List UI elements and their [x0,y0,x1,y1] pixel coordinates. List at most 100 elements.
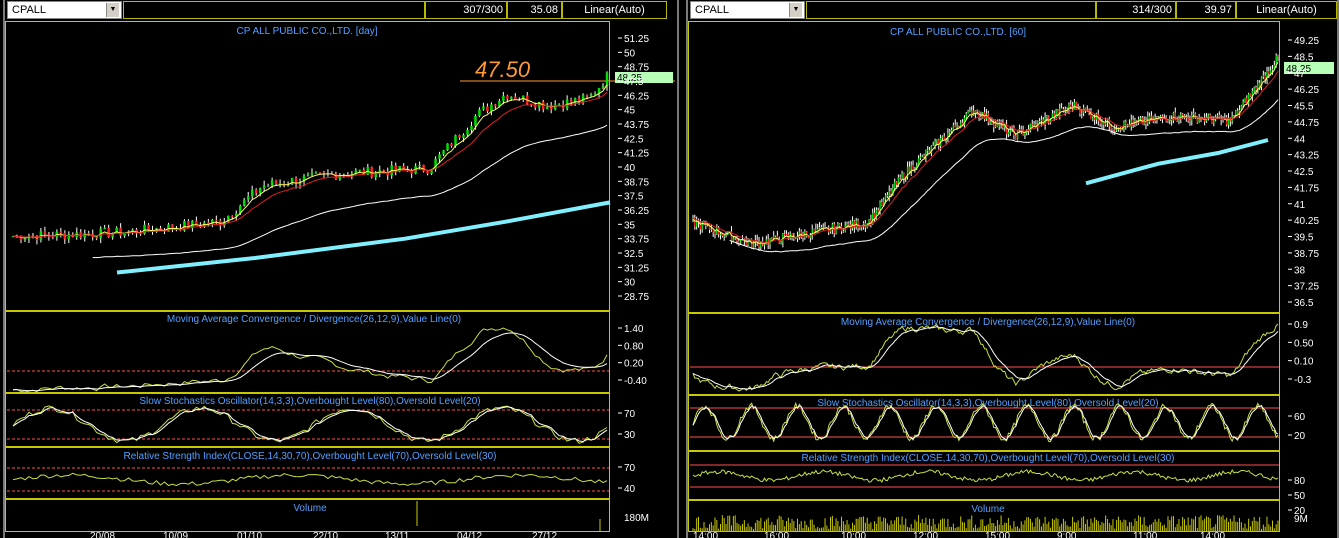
left-scale-mode[interactable]: Linear(Auto) [562,1,667,19]
right-price-tick-label: 49.25 [1294,36,1319,47]
right-stoch-tick-label: 20 [1294,431,1306,442]
left-candle [478,109,481,116]
right-candle [1099,120,1101,125]
right-date-label: 16:00 [764,531,789,538]
right-volume-tick-label: 9M [1294,514,1308,525]
right-symbol-dropdown[interactable]: CPALL ▼ [690,1,805,19]
window-divider[interactable] [679,0,686,538]
right-candle [956,126,958,128]
right-candle [1244,97,1246,102]
right-candle [934,141,936,145]
left-date-label: 10/09 [163,531,188,538]
right-candle [785,234,788,236]
right-candle [872,212,874,224]
left-candle [43,231,47,235]
right-volume-title: Volume [971,504,1005,515]
left-candle [514,96,517,100]
right-candle [901,173,903,179]
right-candle [846,223,848,226]
right-candle [1213,119,1215,123]
right-candle [1253,87,1255,91]
left-candle [506,95,509,99]
right-candle [1093,117,1096,120]
left-macd-title: Moving Average Convergence / Divergence(… [167,314,461,325]
right-date-label: 10:00 [841,531,866,538]
right-rsi-tick-label: 80 [1294,476,1306,487]
right-candle [1007,131,1010,135]
right-candle [884,195,887,200]
right-candle [780,242,782,244]
left-toolbar: CPALL ▼ 307/300 35.08 Linear(Auto) [5,0,677,21]
right-candle [1046,116,1048,118]
left-candle [250,189,254,197]
left-price-tick-label: 28.75 [624,292,649,303]
right-price-tick-label: 44.75 [1294,118,1319,129]
right-candle [1024,132,1026,135]
left-symbol-dropdown[interactable]: CPALL ▼ [7,1,122,19]
right-chart-title: CP ALL PUBLIC CO.,LTD. [60] [890,27,1026,38]
left-macd-tick-label: 0.20 [624,359,644,370]
right-candle [774,235,777,237]
left-price-tick-label: 32.5 [624,249,644,260]
right-candle [941,136,944,139]
right-price-tick-label: 41.75 [1294,183,1319,194]
right-chart-canvas[interactable]: CP ALL PUBLIC CO.,LTD. [60] Moving Avera… [688,21,1337,538]
left-candle [510,96,513,99]
left-price-tick-label: 51.25 [624,34,649,45]
left-candle [215,219,218,221]
left-candle [569,99,573,103]
left-candle [246,196,250,200]
left-rsi-line [12,472,608,487]
right-candle [783,233,786,235]
right-macd-title: Moving Average Convergence / Divergence(… [841,317,1135,328]
left-rsi-tick-label: 40 [624,484,636,495]
left-date-label: 20/08 [90,531,115,538]
right-price-tick-label: 43.25 [1294,151,1319,162]
right-candle [993,124,995,128]
left-ma-slow-line [92,124,608,259]
right-candle [1181,114,1184,116]
right-price-tick-label: 48.5 [1294,52,1314,63]
left-price-tick-label: 30 [624,278,636,289]
right-price-panel [688,21,1280,313]
left-volume-title: Volume [293,503,327,514]
right-rsi-line [692,468,1279,483]
left-candle [490,104,493,112]
left-candle [322,172,326,174]
right-candle [1249,94,1252,97]
left-rsi-title: Relative Strength Index(CLOSE,14,30,70),… [124,451,497,462]
left-price-tick-label: 40 [624,163,636,174]
chevron-down-icon[interactable]: ▼ [106,3,119,17]
left-last-value: 35.08 [507,1,562,19]
right-candle [1040,119,1043,122]
chevron-down-icon[interactable]: ▼ [789,3,802,17]
right-candle [952,124,955,130]
right-candle [950,129,953,132]
right-price-tick-label: 42.5 [1294,167,1314,178]
right-candle [1081,113,1083,115]
left-chart-canvas[interactable]: CP ALL PUBLIC CO.,LTD. [day] Moving Aver… [5,21,677,538]
right-candle [954,124,956,128]
left-candle [95,237,98,239]
left-candle [23,238,27,241]
right-candle [1192,113,1195,115]
left-candle [553,104,557,110]
right-scale-mode[interactable]: Linear(Auto) [1236,1,1337,19]
right-candle [912,165,914,170]
right-candle [721,233,724,237]
left-price-tick-label: 41.25 [624,149,649,160]
right-date-label: 12:00 [913,531,938,538]
left-info-blank [123,1,425,19]
right-candle [822,226,824,228]
left-macd-tick-label: -0.40 [624,376,647,387]
left-candle [494,104,497,107]
left-candle [581,94,585,102]
right-candle [991,122,993,125]
right-macd-line [692,323,1279,392]
left-candle [442,150,445,155]
right-candle [1125,121,1127,125]
left-candle [231,215,234,217]
left-candle [474,115,477,127]
right-candle [794,238,797,240]
right-candle [695,221,698,227]
